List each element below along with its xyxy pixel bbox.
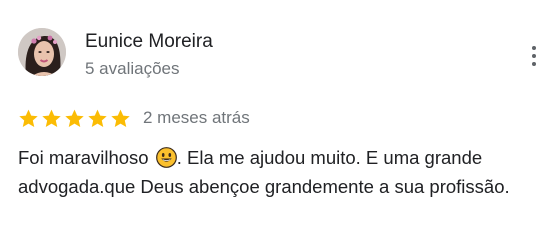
author-avatar[interactable]	[18, 28, 66, 76]
star-filled-icon	[87, 108, 108, 129]
review-date: 2 meses atrás	[143, 108, 250, 127]
star-rating	[18, 108, 133, 129]
rating-row: 2 meses atrás	[18, 105, 250, 131]
star-filled-icon	[64, 108, 85, 129]
author-name[interactable]: Eunice Moreira	[85, 30, 213, 54]
author-review-count[interactable]: 5 avaliações	[85, 58, 180, 80]
smiley-emoji-icon	[155, 147, 177, 168]
more-options-icon[interactable]	[524, 42, 544, 70]
star-filled-icon	[18, 108, 39, 129]
more-options-dot	[532, 46, 536, 50]
review-text-part-1: Foi maravilhoso	[18, 147, 154, 168]
star-filled-icon	[41, 108, 62, 129]
review-text: Foi maravilhoso . Ela me ajudou muito. E…	[18, 143, 548, 201]
review-card: Eunice Moreira 5 avaliações 2 meses atrá…	[0, 0, 554, 244]
star-filled-icon	[110, 108, 131, 129]
more-options-dot	[532, 54, 536, 58]
more-options-dot	[532, 62, 536, 66]
